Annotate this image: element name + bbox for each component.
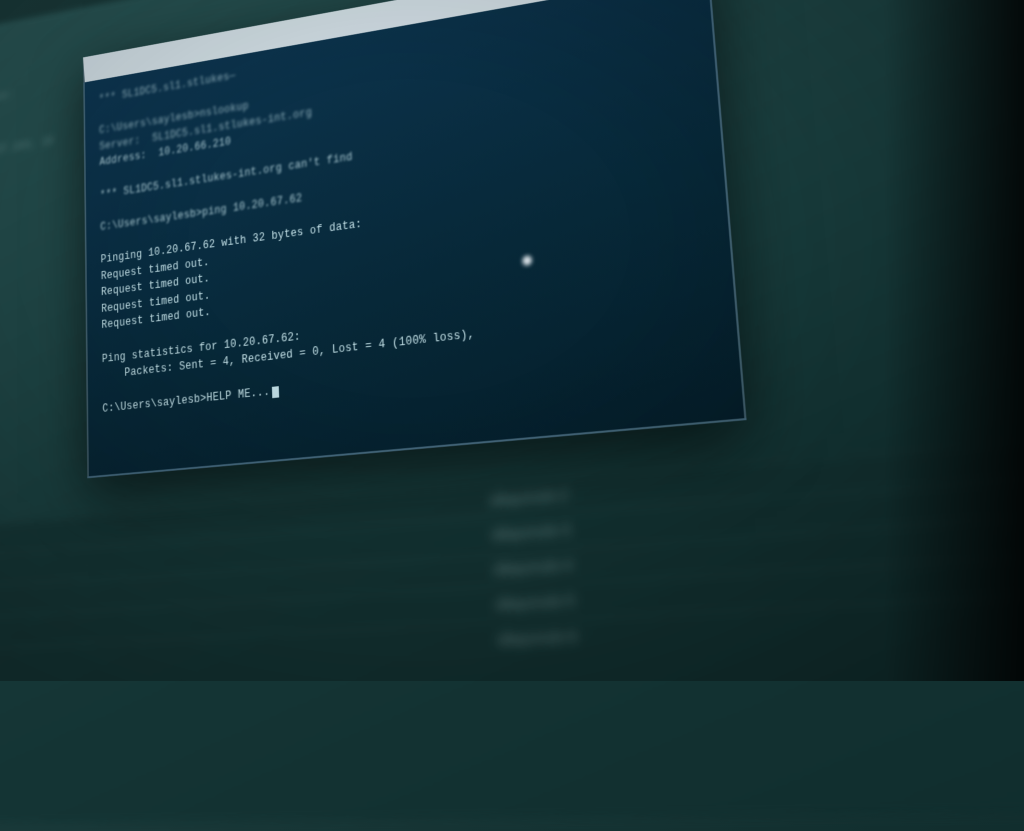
table-cell	[0, 649, 317, 667]
terminal-window[interactable]: *** SL1DC5.sl1.stlukes—C:\Users\saylesb>…	[83, 0, 747, 478]
terminal-cursor	[272, 386, 279, 398]
terminal-output[interactable]: *** SL1DC5.sl1.stlukes—C:\Users\saylesb>…	[85, 0, 740, 432]
table-cell	[0, 615, 316, 636]
table-cell	[766, 438, 1024, 480]
background-table: slbqumulo-2 slbqumulo-3 slbqumulo-4 slbq…	[0, 417, 1024, 823]
background-text-left: UseAddress: ional) , 10.20.67.103, 10	[0, 80, 54, 166]
